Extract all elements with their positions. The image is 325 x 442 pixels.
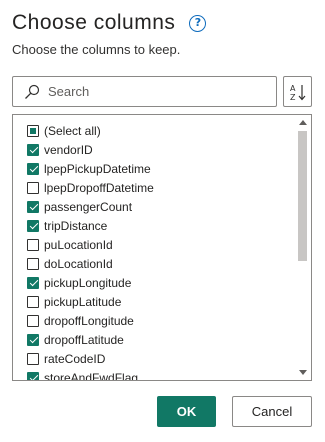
column-label: pickupLatitude	[44, 294, 122, 309]
column-checkbox[interactable]	[27, 143, 39, 156]
column-item[interactable]: passengerCount	[27, 197, 132, 216]
column-item[interactable]: vendorID	[27, 140, 93, 159]
ok-button[interactable]: OK	[157, 396, 216, 427]
column-checkbox[interactable]	[27, 314, 39, 327]
column-checkbox[interactable]	[27, 333, 39, 346]
dialog-subtitle: Choose the columns to keep.	[12, 42, 181, 57]
column-checkbox[interactable]	[27, 371, 39, 380]
column-item[interactable]: lpepPickupDatetime	[27, 159, 151, 178]
column-checkbox[interactable]	[27, 162, 39, 175]
column-checkbox[interactable]	[27, 276, 39, 289]
cancel-button[interactable]: Cancel	[232, 396, 312, 427]
scroll-up-arrow-icon[interactable]	[299, 120, 307, 125]
columns-list-viewport: (Select all) vendorID lpepPickupDatetime l…	[13, 115, 295, 380]
svg-text:A: A	[290, 84, 296, 93]
column-checkbox[interactable]	[27, 257, 39, 270]
column-label: dropoffLatitude	[44, 332, 124, 347]
column-item[interactable]: dropoffLongitude	[27, 311, 134, 330]
column-item[interactable]: puLocationId	[27, 235, 113, 254]
column-item[interactable]: pickupLatitude	[27, 292, 121, 311]
svg-text:Z: Z	[290, 93, 296, 102]
search-input[interactable]	[48, 84, 248, 99]
search-icon	[25, 84, 40, 99]
scroll-down-arrow-icon[interactable]	[299, 370, 307, 375]
select-all-label: (Select all)	[44, 123, 101, 138]
column-item[interactable]: rateCodeID	[27, 349, 105, 368]
column-item[interactable]: doLocationId	[27, 254, 113, 273]
column-item[interactable]: storeAndFwdFlag	[27, 368, 138, 380]
column-label: doLocationId	[44, 256, 113, 271]
column-label: vendorID	[44, 142, 93, 157]
column-checkbox[interactable]	[27, 200, 39, 213]
column-label: lpepPickupDatetime	[44, 161, 151, 176]
column-checkbox[interactable]	[27, 219, 39, 232]
column-label: dropoffLongitude	[44, 313, 134, 328]
column-label: puLocationId	[44, 237, 113, 252]
select-all-item[interactable]: (Select all)	[27, 121, 101, 140]
list-scrollbar[interactable]	[295, 115, 311, 380]
column-item[interactable]: dropoffLatitude	[27, 330, 124, 349]
choose-columns-dialog: Choose columns ? Choose the columns to k…	[0, 0, 325, 442]
sort-az-icon: A Z	[290, 84, 305, 102]
column-label: passengerCount	[44, 199, 133, 214]
column-item[interactable]: lpepDropoffDatetime	[27, 178, 154, 197]
scroll-thumb[interactable]	[298, 131, 307, 261]
column-label: rateCodeID	[44, 351, 106, 366]
dialog-title: Choose columns	[12, 11, 176, 34]
column-checkbox[interactable]	[27, 181, 39, 194]
columns-list[interactable]: (Select all) vendorID lpepPickupDatetime l…	[12, 114, 312, 381]
help-icon[interactable]: ?	[189, 14, 207, 32]
column-checkbox[interactable]	[27, 352, 39, 365]
column-checkbox[interactable]	[27, 238, 39, 251]
title-row: Choose columns ?	[12, 8, 207, 38]
column-label: tripDistance	[44, 218, 108, 233]
column-item[interactable]: tripDistance	[27, 216, 107, 235]
column-label: storeAndFwdFlag	[44, 370, 139, 381]
select-all-checkbox[interactable]	[27, 124, 39, 137]
search-box[interactable]	[12, 76, 277, 107]
column-checkbox[interactable]	[27, 295, 39, 308]
column-label: lpepDropoffDatetime	[44, 180, 154, 195]
sort-az-button[interactable]: A Z	[283, 76, 312, 107]
column-item[interactable]: pickupLongitude	[27, 273, 131, 292]
column-label: pickupLongitude	[44, 275, 132, 290]
